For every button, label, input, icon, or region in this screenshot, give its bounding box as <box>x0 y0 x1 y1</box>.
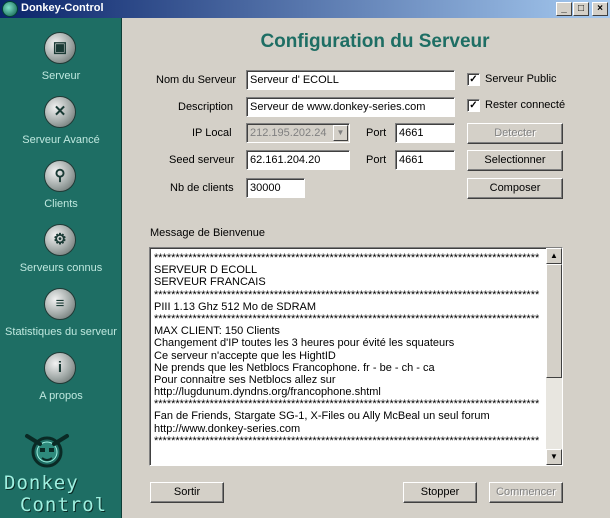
ip-port-label: Port <box>366 127 387 139</box>
ip-local-combo: 212.195.202.24 ▼ <box>246 123 350 143</box>
message-line: http://lugdunum.dyndns.org/francophone.s… <box>154 386 381 399</box>
stay-connected-check-icon: ✓ <box>467 99 480 112</box>
sidebar-item-statistiques[interactable]: ≡ Statistiques du serveur <box>0 288 122 348</box>
message-line: ****************************************… <box>154 312 540 325</box>
sidebar-item-serveur[interactable]: ▣ Serveur <box>0 32 122 92</box>
vertical-scrollbar[interactable]: ▲ ▼ <box>546 248 562 465</box>
message-line: Fan de Friends, Stargate SG-1, X-Files o… <box>154 410 490 423</box>
statistics-icon: ≡ <box>44 288 76 320</box>
scroll-down-button[interactable]: ▼ <box>546 449 562 465</box>
donkey-control-logo: Donkey Control <box>0 422 122 518</box>
sidebar-item-label: Serveurs connus <box>19 262 103 274</box>
message-line: Ne prends que les Netblocs Francophone. … <box>154 361 435 374</box>
compose-button[interactable]: Composer <box>467 178 563 199</box>
sidebar-item-a-propos[interactable]: i A propos <box>0 352 122 412</box>
app-window: Donkey-Control _ □ × ▣ Serveur ✕ Serveur… <box>0 0 610 518</box>
welcome-message-label: Message de Bienvenue <box>150 227 265 239</box>
start-button: Commencer <box>489 482 563 503</box>
sidebar-item-clients[interactable]: ⚲ Clients <box>0 160 122 220</box>
message-line: ****************************************… <box>154 434 540 447</box>
server-advanced-icon: ✕ <box>44 96 76 128</box>
server-name-label: Nom du Serveur <box>156 74 237 86</box>
donkey-mascot-icon <box>25 434 69 468</box>
server-icon: ▣ <box>44 32 76 64</box>
scrollbar-thumb[interactable] <box>546 264 562 378</box>
sidebar: ▣ Serveur ✕ Serveur Avancé ⚲ Clients ⚙ S… <box>0 18 122 518</box>
ip-port-input[interactable]: 4661 <box>395 123 455 143</box>
select-button[interactable]: Selectionner <box>467 150 563 171</box>
sidebar-item-label: Statistiques du serveur <box>5 326 117 338</box>
message-line: ****************************************… <box>154 288 540 301</box>
description-label: Description <box>178 101 234 113</box>
message-line: Changement d'IP toutes les 3 heures pour… <box>154 337 455 350</box>
clients-icon: ⚲ <box>44 160 76 192</box>
message-line: Pour connaitre ses Netblocs allez sur <box>154 373 336 386</box>
detect-button: Detecter <box>467 123 563 144</box>
message-line: Ce serveur n'accepte que les HightID <box>154 349 336 362</box>
about-icon: i <box>44 352 76 384</box>
known-servers-icon: ⚙ <box>44 224 76 256</box>
message-line: http://www.donkey-series.com <box>154 422 301 435</box>
ip-local-value: 212.195.202.24 <box>250 127 327 139</box>
seed-server-label: Seed serveur <box>169 154 235 166</box>
close-button[interactable]: × <box>592 2 608 16</box>
donkey-app-icon <box>2 1 18 17</box>
window-title: Donkey-Control <box>21 2 104 14</box>
message-line: MAX CLIENT: 150 Clients <box>154 325 280 338</box>
public-server-label: Serveur Public <box>485 73 557 85</box>
minimize-button[interactable]: _ <box>556 2 572 16</box>
sidebar-item-label: A propos <box>39 390 83 402</box>
nb-clients-input[interactable]: 30000 <box>246 178 305 198</box>
message-line: SERVEUR D ECOLL <box>154 264 258 277</box>
message-line: PIII 1.13 Ghz 512 Mo de SDRAM <box>154 300 317 313</box>
message-line: ****************************************… <box>154 398 540 411</box>
sidebar-item-serveur-avance[interactable]: ✕ Serveur Avancé <box>0 96 122 156</box>
scroll-up-button[interactable]: ▲ <box>546 248 562 264</box>
maximize-button[interactable]: □ <box>573 2 589 16</box>
server-name-input[interactable]: Serveur d' ECOLL <box>246 70 455 90</box>
sidebar-item-label: Clients <box>44 198 78 210</box>
nb-clients-label: Nb de clients <box>170 182 234 194</box>
stay-connected-label: Rester connecté <box>485 99 566 111</box>
sidebar-item-label: Serveur <box>41 70 81 82</box>
message-line: ****************************************… <box>154 252 540 264</box>
page-title: Configuration du Serveur <box>260 31 490 52</box>
message-line: SERVEUR FRANCAIS <box>154 276 266 289</box>
logo-text-control: Control <box>20 494 108 516</box>
sidebar-item-label: Serveur Avancé <box>22 134 100 146</box>
stop-button[interactable]: Stopper <box>403 482 477 503</box>
logo-text-donkey: Donkey <box>4 472 79 494</box>
title-bar[interactable]: Donkey-Control _ □ × <box>0 0 610 18</box>
chevron-down-icon: ▼ <box>333 125 348 141</box>
seed-server-input[interactable]: 62.161.204.20 <box>246 150 350 170</box>
public-server-check-icon: ✓ <box>467 73 480 86</box>
public-server-checkbox[interactable]: ✓ Serveur Public <box>467 72 567 88</box>
ip-local-label: IP Local <box>192 127 232 139</box>
seed-port-input[interactable]: 4661 <box>395 150 455 170</box>
welcome-message-content: ****************************************… <box>154 252 544 447</box>
stay-connected-checkbox[interactable]: ✓ Rester connecté <box>467 98 577 114</box>
quit-button[interactable]: Sortir <box>150 482 224 503</box>
description-input[interactable]: Serveur de www.donkey-series.com <box>246 97 455 117</box>
seed-port-label: Port <box>366 154 387 166</box>
sidebar-item-serveurs-connus[interactable]: ⚙ Serveurs connus <box>0 224 122 284</box>
welcome-message-textarea[interactable]: ****************************************… <box>149 247 563 466</box>
